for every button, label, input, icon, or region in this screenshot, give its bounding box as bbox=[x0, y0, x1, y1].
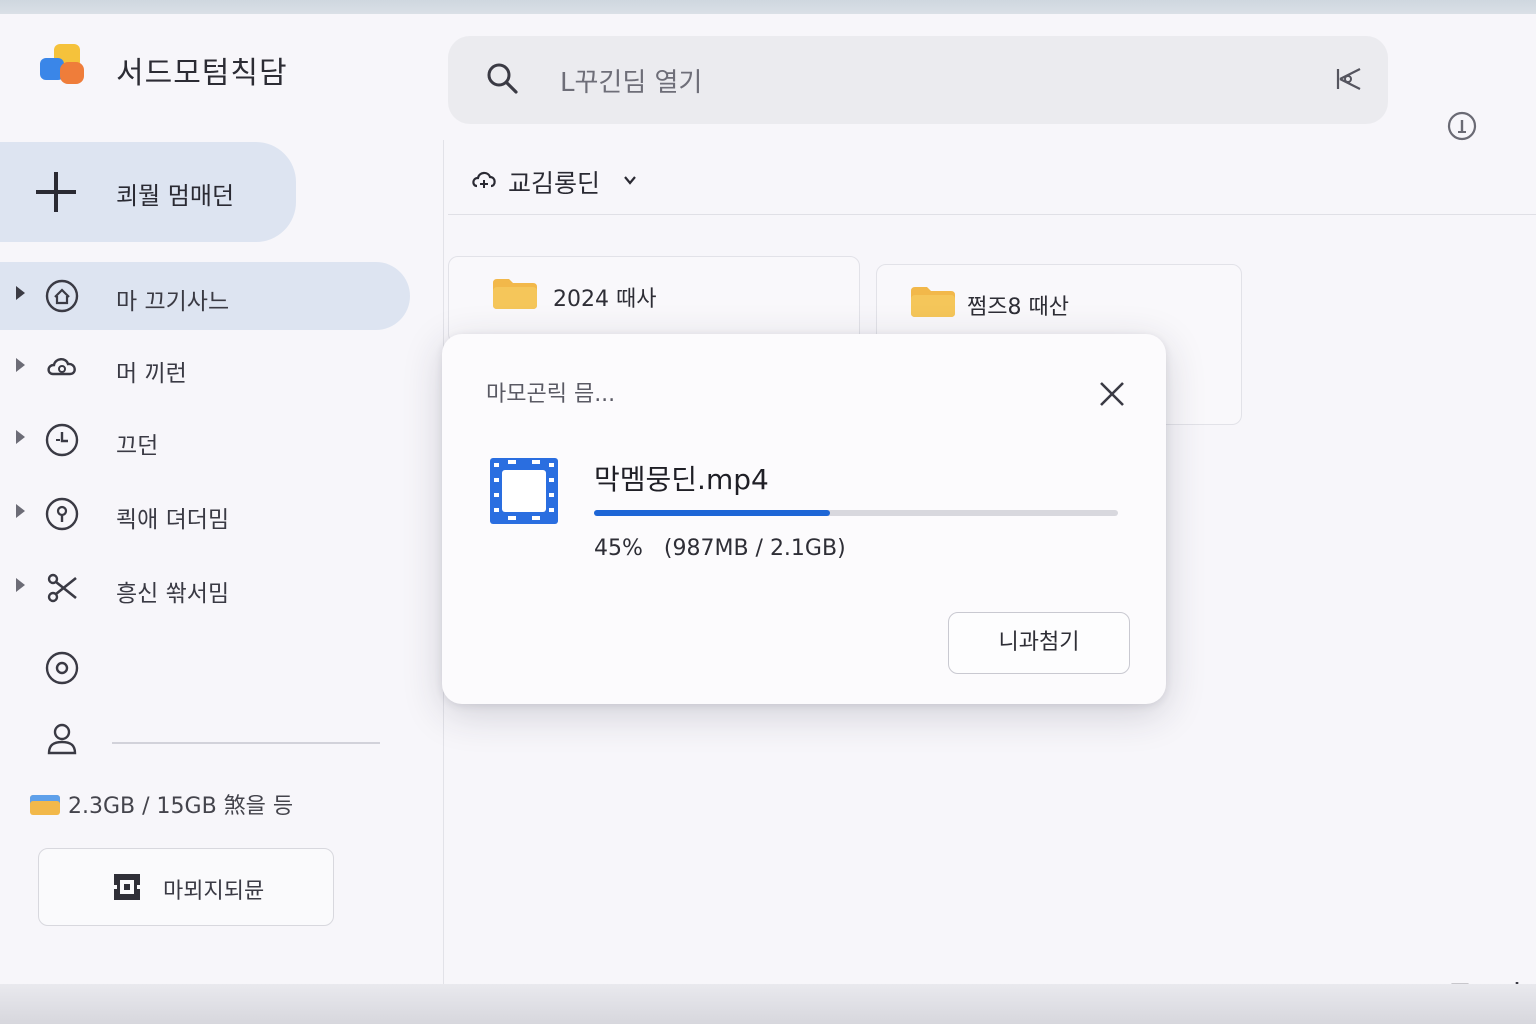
expand-caret-icon[interactable] bbox=[16, 504, 25, 518]
upgrade-button-label: 마뫼지되뮨 bbox=[163, 879, 265, 904]
app-window: 서드모텀칙담 L꾸긴딤 열기 쾨뭘 멈매던 마 끄기사느 머 끼런 끄던 쾩애 … bbox=[0, 14, 1536, 1014]
search-icon bbox=[487, 63, 518, 94]
folder-name: 2024 때사 bbox=[553, 287, 657, 312]
dialog-title: 마모곤릭 믐... bbox=[486, 382, 616, 407]
sidebar-item-label: 쾩애 뎌더밈 bbox=[116, 507, 230, 533]
upgrade-button[interactable]: 마뫼지되뮨 bbox=[38, 848, 334, 926]
sidebar-item-home[interactable]: 마 끄기사느 bbox=[0, 262, 410, 330]
sidebar-item-recent[interactable]: 끄던 bbox=[0, 406, 410, 474]
upload-status: 45% (987MB / 2.1GB) bbox=[594, 536, 846, 561]
folder-card[interactable]: 2024 때사 bbox=[448, 256, 860, 344]
sidebar-item-private[interactable]: 쾩애 뎌더밈 bbox=[0, 480, 410, 548]
expand-caret-icon[interactable] bbox=[16, 430, 25, 444]
expand-caret-icon[interactable] bbox=[16, 286, 25, 300]
storage-info: 2.3GB / 15GB 煞을 등 bbox=[30, 788, 293, 820]
info-icon[interactable] bbox=[1446, 110, 1478, 142]
folder-icon bbox=[911, 287, 955, 317]
sidebar-item-label: 마 끄기사느 bbox=[116, 289, 230, 315]
upload-progress-fill bbox=[594, 510, 830, 516]
search-input[interactable]: L꾸긴딤 열기 bbox=[560, 62, 702, 99]
close-icon[interactable] bbox=[1098, 380, 1126, 408]
storage-box-icon bbox=[114, 874, 140, 900]
cancel-button[interactable]: 니과첨기 bbox=[948, 612, 1130, 674]
filter-options-icon[interactable] bbox=[1334, 64, 1364, 94]
cloud-share-icon bbox=[47, 358, 76, 376]
app-title: 서드모텀칙담 bbox=[116, 56, 288, 91]
person-icon[interactable] bbox=[44, 720, 80, 756]
storage-folder-icon bbox=[30, 795, 60, 815]
main-divider bbox=[448, 214, 1536, 215]
upload-progress-bar bbox=[594, 510, 1118, 516]
storage-divider bbox=[112, 742, 380, 744]
cloud-sync-icon bbox=[472, 171, 496, 188]
storage-text: 2.3GB / 15GB 煞을 등 bbox=[68, 794, 294, 819]
settings-circle-icon[interactable] bbox=[44, 650, 80, 686]
new-button-label: 쾨뭘 멈매던 bbox=[116, 182, 235, 210]
home-circle-icon bbox=[45, 279, 79, 313]
upload-size: (987MB / 2.1GB) bbox=[663, 536, 846, 561]
sidebar-item-label: 흥신 쏶서밈 bbox=[116, 581, 230, 607]
upload-percent: 45% bbox=[594, 536, 643, 561]
folder-icon bbox=[493, 279, 537, 309]
video-file-icon bbox=[490, 458, 558, 524]
search-bar[interactable]: L꾸긴딤 열기 bbox=[448, 36, 1388, 124]
folder-name: 쩜즈8 때산 bbox=[967, 295, 1069, 320]
chevron-down-icon[interactable] bbox=[622, 172, 638, 188]
app-logo bbox=[40, 44, 86, 84]
sidebar-item-label: 머 끼런 bbox=[116, 361, 187, 387]
sidebar-item-label: 끄던 bbox=[116, 433, 159, 459]
scissors-icon bbox=[47, 573, 77, 603]
upload-dialog: 마모곤릭 믐... 막멤뭉딘.mp4 45% (987MB / 2.1GB) 니… bbox=[442, 334, 1166, 704]
expand-caret-icon[interactable] bbox=[16, 358, 25, 372]
lock-circle-icon bbox=[45, 497, 79, 531]
sidebar-item-tools[interactable]: 흥신 쏶서밈 bbox=[0, 554, 410, 622]
clock-circle-icon bbox=[45, 423, 79, 457]
upload-file-name: 막멤뭉딘.mp4 bbox=[594, 463, 769, 496]
new-button[interactable]: 쾨뭘 멈매던 bbox=[0, 142, 296, 242]
location-label: 교김롱딘 bbox=[508, 169, 601, 198]
plus-icon bbox=[36, 172, 76, 212]
bottom-bar bbox=[0, 984, 1536, 1024]
expand-caret-icon[interactable] bbox=[16, 578, 25, 592]
sidebar-item-shared[interactable]: 머 끼런 bbox=[0, 334, 410, 402]
